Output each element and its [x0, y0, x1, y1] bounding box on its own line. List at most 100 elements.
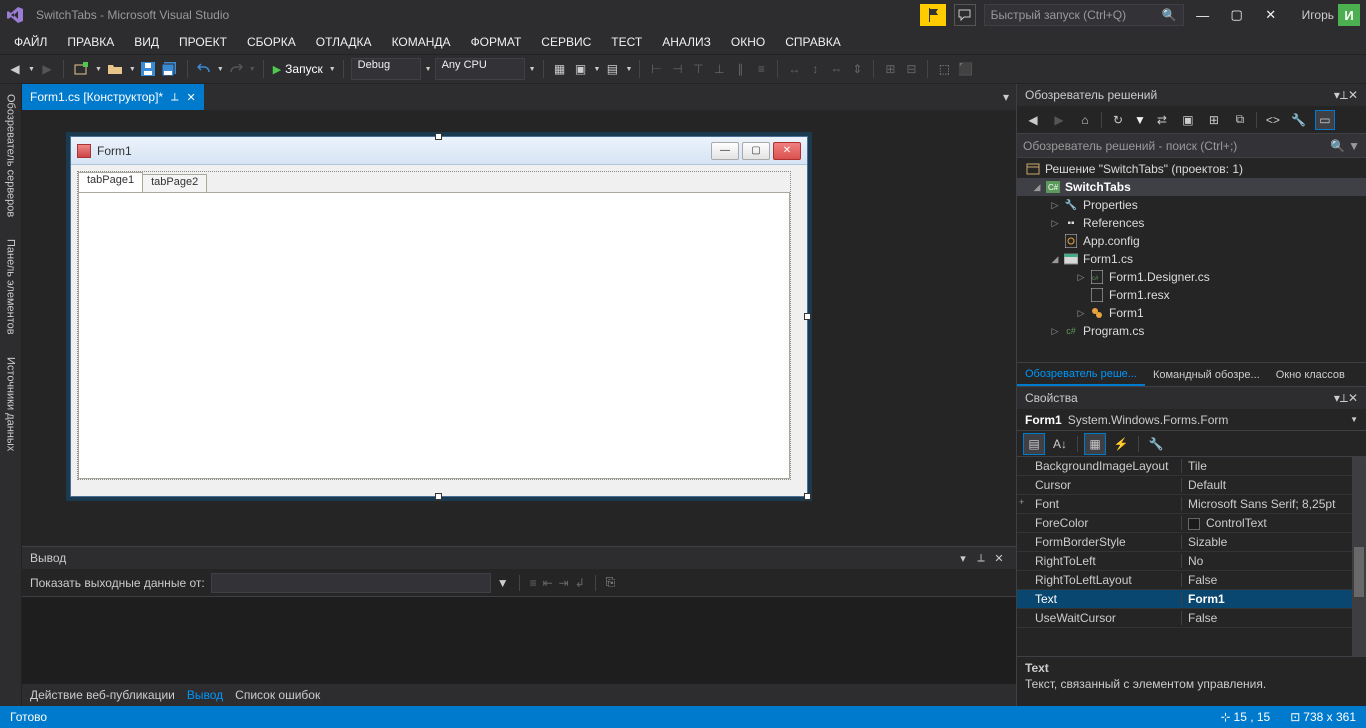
align-bottom-button[interactable]: ≡	[752, 58, 770, 80]
open-file-button[interactable]	[105, 58, 125, 80]
tree-solution-node[interactable]: Решение "SwitchTabs" (проектов: 1)	[1017, 160, 1366, 178]
output-text-area[interactable]	[22, 597, 1016, 684]
se-forward-button[interactable]: ▶	[1049, 110, 1069, 130]
bottom-tab-errors[interactable]: Список ошибок	[235, 688, 320, 702]
send-back-button[interactable]: ▣	[572, 58, 590, 80]
collapse-icon[interactable]: ◢	[1049, 254, 1061, 265]
prop-pages-button[interactable]: 🔧	[1145, 433, 1167, 455]
feedback-icon[interactable]	[954, 4, 976, 26]
tree-programcs-node[interactable]: ▷ c# Program.cs	[1017, 322, 1366, 340]
center-v-button[interactable]: ⊟	[902, 58, 920, 80]
tabpage-2[interactable]: tabPage2	[142, 174, 207, 192]
align-center-button[interactable]: ⊣	[668, 58, 686, 80]
tab-order-button[interactable]: ⬚	[935, 58, 953, 80]
prop-properties-button[interactable]: ▦	[1084, 433, 1106, 455]
se-collapse-button[interactable]: ▣	[1178, 110, 1198, 130]
collapse-icon[interactable]: ◢	[1031, 182, 1043, 193]
property-row[interactable]: ForeColorControlText	[1017, 514, 1366, 533]
output-wrap-button[interactable]: ↲	[575, 576, 585, 590]
menu-help[interactable]: СПРАВКА	[775, 32, 851, 52]
property-row[interactable]: +FontMicrosoft Sans Serif; 8,25pt	[1017, 495, 1366, 514]
menu-view[interactable]: ВИД	[124, 32, 169, 52]
close-tab-icon[interactable]: ✕	[186, 91, 195, 104]
redo-button[interactable]	[227, 58, 245, 80]
vspace-button[interactable]: ↕	[806, 58, 824, 80]
align-right-button[interactable]: ⊤	[689, 58, 707, 80]
bring-front-button[interactable]: ▤	[603, 58, 621, 80]
se-refresh-button[interactable]: ↻	[1108, 110, 1128, 130]
menu-format[interactable]: ФОРМАТ	[461, 32, 532, 52]
menu-build[interactable]: СБОРКА	[237, 32, 306, 52]
save-all-button[interactable]	[160, 58, 180, 80]
undo-button[interactable]	[195, 58, 213, 80]
solution-platform-combo[interactable]: Any CPU	[435, 58, 525, 80]
output-clear-button[interactable]: ≡	[530, 576, 537, 590]
solution-explorer-search[interactable]: Обозреватель решений - поиск (Ctrl+;) 🔍▼	[1017, 134, 1366, 158]
hspace-button[interactable]: ↔	[785, 58, 803, 80]
se-tab-classview[interactable]: Окно классов	[1268, 363, 1353, 386]
tree-form1cs-node[interactable]: ◢ Form1.cs	[1017, 250, 1366, 268]
align-middle-button[interactable]: ∥	[731, 58, 749, 80]
expand-icon[interactable]: ▷	[1049, 218, 1061, 229]
align-grid-button[interactable]: ▦	[551, 58, 569, 80]
se-tab-solution[interactable]: Обозреватель реше...	[1017, 363, 1145, 386]
lock-button[interactable]: ⬛	[956, 58, 975, 80]
tree-form1class-node[interactable]: ▷ Form1	[1017, 304, 1366, 322]
se-sync-button[interactable]: ⇄	[1152, 110, 1172, 130]
user-name[interactable]: Игорь	[1302, 8, 1334, 22]
se-preview-button[interactable]: ▭	[1315, 110, 1335, 130]
solution-tree[interactable]: Решение "SwitchTabs" (проектов: 1) ◢ C# …	[1017, 158, 1366, 362]
output-toggle2-button[interactable]: ⇥	[559, 576, 569, 590]
se-pin-button[interactable]: ⟂	[1340, 88, 1348, 103]
expand-icon[interactable]: ▷	[1075, 272, 1087, 283]
prop-close-button[interactable]: ✕	[1348, 391, 1358, 405]
sidebar-tab-server-explorer[interactable]: Обозреватель серверов	[3, 90, 19, 221]
expand-icon[interactable]: ▷	[1075, 308, 1087, 319]
resize-handle[interactable]	[435, 133, 442, 140]
se-back-button[interactable]: ◀	[1023, 110, 1043, 130]
avatar[interactable]: И	[1338, 4, 1360, 26]
se-properties-button[interactable]: 🔧	[1289, 110, 1309, 130]
form-client-area[interactable]: tabPage1 tabPage2	[71, 165, 807, 496]
nav-forward-button[interactable]: ▶	[38, 58, 56, 80]
nav-back-button[interactable]: ◀	[6, 58, 24, 80]
tab-page-body[interactable]	[78, 192, 790, 479]
property-row[interactable]: UseWaitCursorFalse	[1017, 609, 1366, 628]
se-showall-button[interactable]: ⊞	[1204, 110, 1224, 130]
notification-flag-icon[interactable]	[920, 4, 946, 26]
maximize-button[interactable]: ▢	[1222, 7, 1252, 23]
panel-pin-button[interactable]: ⟂	[972, 552, 990, 565]
menu-file[interactable]: ФАЙЛ	[4, 32, 57, 52]
tree-form1designer-node[interactable]: ▷ c# Form1.Designer.cs	[1017, 268, 1366, 286]
start-debug-button[interactable]: ▶Запуск	[271, 58, 325, 80]
properties-grid[interactable]: BackgroundImageLayoutTileCursorDefault+F…	[1017, 457, 1366, 656]
align-left-button[interactable]: ⊢	[647, 58, 665, 80]
se-home-button[interactable]: ⌂	[1075, 110, 1095, 130]
sidebar-tab-data-sources[interactable]: Источники данных	[3, 353, 19, 455]
output-goto-button[interactable]: ⎘	[606, 575, 616, 590]
menu-team[interactable]: КОМАНДА	[382, 32, 461, 52]
property-row[interactable]: FormBorderStyleSizable	[1017, 533, 1366, 552]
tree-appconfig-node[interactable]: App.config	[1017, 232, 1366, 250]
expand-icon[interactable]: ▷	[1049, 326, 1061, 337]
tabpage-1[interactable]: tabPage1	[78, 172, 143, 192]
form-designer-surface[interactable]: Form1 — ▢ ✕ tabPage1 tabPage2	[22, 110, 1016, 546]
menu-edit[interactable]: ПРАВКА	[57, 32, 124, 52]
close-button[interactable]: ✕	[1256, 7, 1286, 23]
se-copy-button[interactable]: ⧉	[1230, 110, 1250, 130]
center-h-button[interactable]: ⊞	[881, 58, 899, 80]
scrollbar[interactable]	[1352, 457, 1366, 656]
pin-icon[interactable]: ⟂	[171, 91, 178, 104]
prop-events-button[interactable]: ⚡	[1110, 433, 1132, 455]
se-close-button[interactable]: ✕	[1348, 88, 1358, 102]
property-row[interactable]: RightToLeftLayoutFalse	[1017, 571, 1366, 590]
prop-pin-button[interactable]: ⟂	[1340, 391, 1348, 406]
same-width-button[interactable]: ⇔	[827, 58, 845, 80]
se-code-button[interactable]: <>	[1263, 110, 1283, 130]
panel-close-button[interactable]: ✕	[990, 552, 1008, 565]
menu-tools[interactable]: СЕРВИС	[531, 32, 601, 52]
tab-control[interactable]: tabPage1 tabPage2	[77, 171, 791, 480]
sidebar-tab-toolbox[interactable]: Панель элементов	[3, 235, 19, 339]
solution-config-combo[interactable]: Debug	[351, 58, 421, 80]
form-window[interactable]: Form1 — ▢ ✕ tabPage1 tabPage2	[70, 136, 808, 497]
